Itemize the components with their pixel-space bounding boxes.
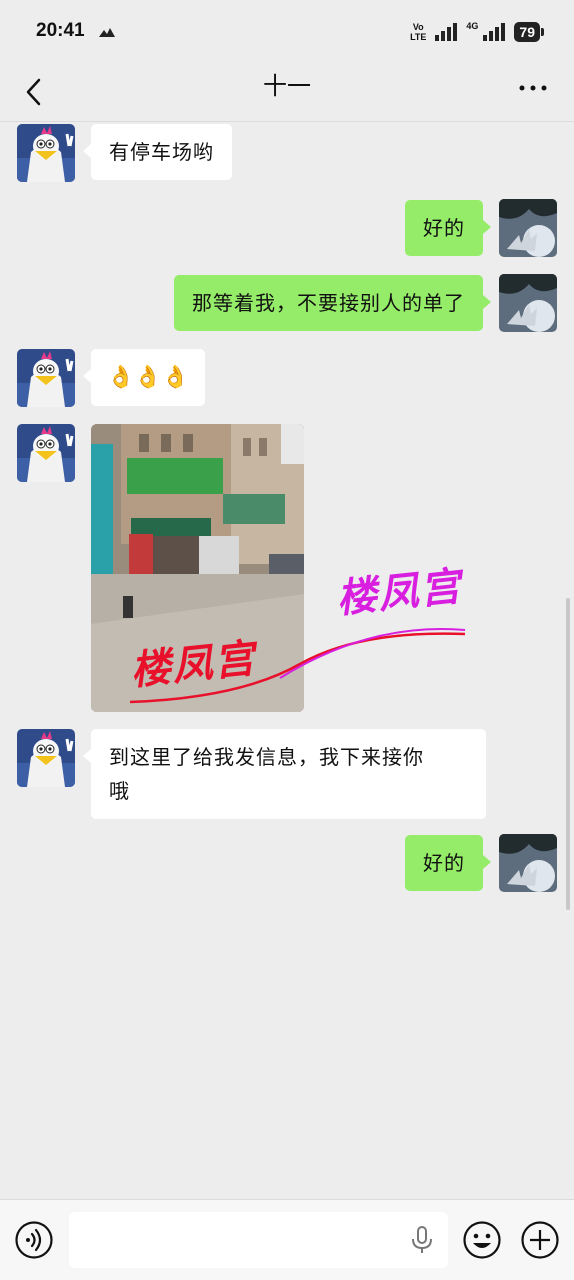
message-text-line: 哦 (109, 779, 130, 803)
contact-avatar[interactable] (17, 729, 75, 787)
my-avatar[interactable] (499, 274, 557, 332)
contact-avatar[interactable] (17, 124, 75, 182)
battery-indicator: 79 (514, 22, 544, 42)
message-text: 好的 (423, 851, 465, 875)
notification-icon (99, 28, 115, 37)
message-text-line: 到这里了给我发信息，我下来接你 (109, 745, 424, 769)
message-bubble-outgoing[interactable]: 好的 (405, 200, 491, 256)
my-avatar[interactable] (499, 834, 557, 892)
ok-hand-emoji: 👌👌👌 (107, 365, 190, 390)
message-bubble-incoming[interactable]: 有停车场哟 (83, 124, 232, 180)
message-input[interactable] (69, 1212, 448, 1268)
hand-sky-avatar-icon (499, 834, 557, 892)
emoji-icon (463, 1221, 501, 1259)
chat-area[interactable]: 有停车场哟 好的 那等着我，不要接别人的单了 👌👌👌 楼凤宫 楼凤宫 到这里了给… (0, 123, 574, 1199)
rooster-avatar-icon (17, 729, 75, 787)
signal-icon (435, 23, 458, 41)
mic-icon[interactable] (410, 1226, 434, 1254)
message-text: 那等着我，不要接别人的单了 (192, 291, 465, 315)
rooster-avatar-icon (17, 349, 75, 407)
network-type: 4G (466, 21, 479, 31)
volte-bottom: LTE (410, 32, 427, 42)
emoji-button[interactable] (462, 1220, 502, 1260)
voice-icon (15, 1221, 53, 1259)
rooster-avatar-icon (17, 424, 75, 482)
volte-top: Vo (412, 22, 424, 32)
message-bubble-outgoing[interactable]: 好的 (405, 835, 491, 891)
volte-indicator: Vo LTE (410, 22, 426, 42)
signal-icon-2 (483, 23, 506, 41)
status-time: 20:41 (36, 20, 85, 41)
ellipsis-icon (519, 85, 547, 91)
message-bubble-incoming[interactable]: 👌👌👌 (82, 349, 206, 406)
scrollbar[interactable] (566, 598, 570, 910)
my-avatar[interactable] (499, 199, 557, 257)
plus-button[interactable] (520, 1220, 560, 1260)
input-bar (0, 1199, 574, 1280)
chat-title: 十一 (263, 72, 311, 100)
contact-avatar[interactable] (17, 424, 75, 482)
plus-icon (521, 1221, 559, 1259)
voice-button[interactable] (14, 1220, 54, 1260)
message-text: 有停车场哟 (109, 140, 214, 164)
more-button[interactable] (516, 74, 550, 102)
message-bubble-outgoing[interactable]: 那等着我，不要接别人的单了 (174, 275, 491, 331)
hand-sky-avatar-icon (499, 274, 557, 332)
message-bubble-incoming[interactable]: 到这里了给我发信息，我下来接你 哦 (83, 729, 486, 819)
hand-sky-avatar-icon (499, 199, 557, 257)
status-indicators: Vo LTE 4G 79 (410, 20, 544, 44)
contact-avatar[interactable] (17, 349, 75, 407)
status-bar: 20:41 Vo LTE 4G 79 (0, 0, 574, 62)
message-text: 好的 (423, 216, 465, 240)
nav-bar: 十一 (0, 62, 574, 122)
rooster-avatar-icon (17, 124, 75, 182)
